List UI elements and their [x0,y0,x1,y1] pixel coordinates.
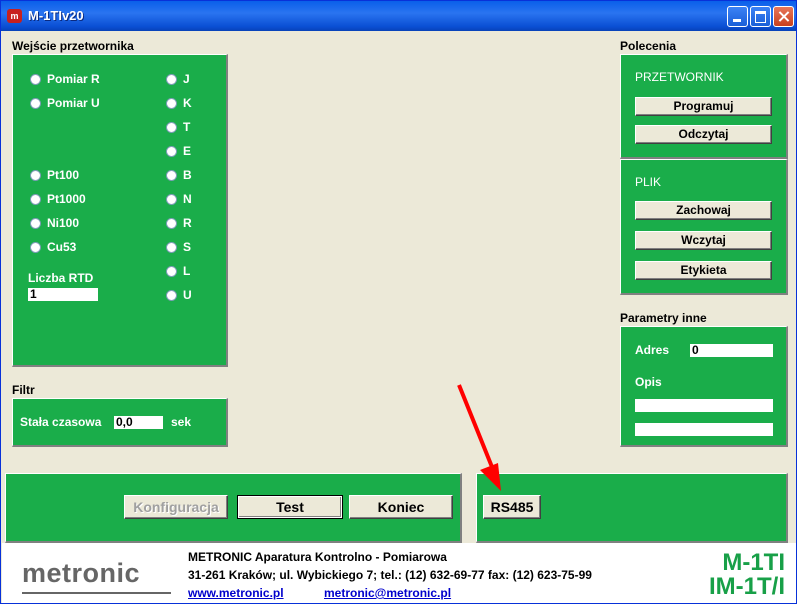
converter-panel: PRZETWORNIK Programuj Odczytaj [620,54,788,159]
arrow-shaft [457,384,494,468]
option-label: Cu53 [47,240,77,254]
radio-e[interactable] [166,146,177,157]
radio-pt100[interactable] [30,170,41,181]
program-button[interactable]: Programuj [635,97,772,116]
filter-section-label: Filtr [12,383,35,397]
option-label: N [183,192,192,206]
exit-button[interactable]: Koniec [349,495,453,519]
input-panel: Pomiar R Pomiar U Pt100 Pt1000 Ni100 Cu5… [12,54,228,367]
option-label: S [183,240,192,254]
email-link[interactable]: metronic@metronic.pl [324,586,451,600]
main-buttons-panel: Konfiguracja Test Koniec [5,473,462,543]
radio-u[interactable] [166,290,177,301]
website-link[interactable]: www.metronic.pl [188,586,284,600]
description-input-1[interactable] [635,399,773,412]
converter-title: PRZETWORNIK [635,70,724,84]
file-title: PLIK [635,175,662,189]
option-label: Ni100 [47,216,80,230]
other-params-label: Parametry inne [620,311,707,325]
app-window: m M-1TIv20 Wejście przetwornika Pomiar R… [0,0,797,604]
option-label: L [183,264,191,278]
option-label: T [183,120,191,134]
commands-section-label: Polecenia [620,39,677,53]
radio-cu53[interactable] [30,242,41,253]
radio-n[interactable] [166,194,177,205]
radio-j[interactable] [166,74,177,85]
option-label: R [183,216,192,230]
radio-pt1000[interactable] [30,194,41,205]
label-button[interactable]: Etykieta [635,261,772,280]
input-section-label: Wejście przetwornika [12,39,134,53]
read-button[interactable]: Odczytaj [635,125,772,144]
time-constant-input[interactable]: 0,0 [114,416,163,429]
option-label: Pomiar U [47,96,100,110]
radio-k[interactable] [166,98,177,109]
option-label: Pt1000 [47,192,86,206]
radio-pomiar-r[interactable] [30,74,41,85]
address-label: Adres [635,343,670,357]
logo-underline [22,592,171,594]
footer: metronic METRONIC Aparatura Kontrolno - … [2,543,796,603]
save-button[interactable]: Zachowaj [635,201,772,220]
product-name-2: IM-1T/I [709,573,785,600]
load-button[interactable]: Wczytaj [635,231,772,250]
comm-panel: RS485 [476,473,788,543]
minimize-button[interactable] [727,6,748,27]
other-params-panel: Adres 0 Opis [620,326,788,447]
radio-l[interactable] [166,266,177,277]
company-name: METRONIC Aparatura Kontrolno - Pomiarowa [188,550,447,564]
option-label: K [183,96,192,110]
option-label: U [183,288,192,302]
rs485-button[interactable]: RS485 [483,495,541,519]
test-button[interactable]: Test [237,495,343,519]
file-panel: PLIK Zachowaj Wczytaj Etykieta [620,159,788,295]
company-address: 31-261 Kraków; ul. Wybickiego 7; tel.: (… [188,568,592,582]
option-label: E [183,144,192,158]
close-button[interactable] [773,6,794,27]
option-label: Pt100 [47,168,80,182]
description-input-2[interactable] [635,423,773,436]
radio-s[interactable] [166,242,177,253]
rtd-count-label: Liczba RTD [28,271,94,285]
rtd-count-input[interactable]: 1 [28,288,98,301]
app-icon: m [7,9,22,23]
address-input[interactable]: 0 [690,344,773,357]
radio-pomiar-u[interactable] [30,98,41,109]
option-label: J [183,72,190,86]
time-constant-label: Stała czasowa [20,415,102,429]
filter-panel: Stała czasowa 0,0 sek [12,398,228,447]
description-label: Opis [635,375,662,389]
option-label: Pomiar R [47,72,100,86]
radio-ni100[interactable] [30,218,41,229]
title-bar[interactable]: m M-1TIv20 [1,1,796,31]
radio-r[interactable] [166,218,177,229]
window-title: M-1TIv20 [28,8,84,23]
radio-t[interactable] [166,122,177,133]
maximize-button[interactable] [750,6,771,27]
radio-b[interactable] [166,170,177,181]
option-label: B [183,168,192,182]
time-constant-unit: sek [171,415,192,429]
metronic-logo: metronic [22,558,141,588]
configuration-button[interactable]: Konfiguracja [124,495,228,519]
